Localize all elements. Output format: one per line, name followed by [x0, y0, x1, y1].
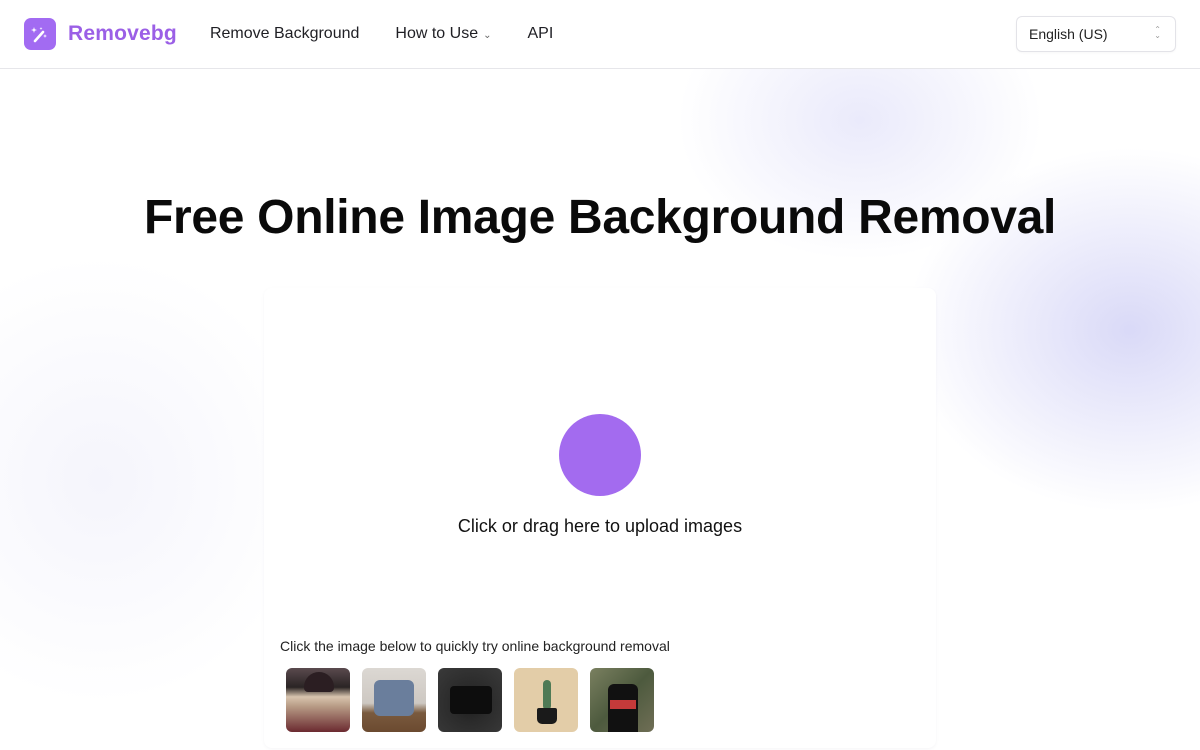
- nav-how-to-use[interactable]: How to Use ⌄: [395, 25, 491, 43]
- sample-images: [286, 668, 666, 732]
- nav-remove-background[interactable]: Remove Background: [210, 25, 359, 43]
- chevron-down-icon: ⌄: [483, 29, 492, 41]
- page-title: Free Online Image Background Removal: [143, 191, 1057, 244]
- sample-image-man[interactable]: [590, 668, 654, 732]
- sample-image-woman[interactable]: [286, 668, 350, 732]
- sample-image-cactus[interactable]: [514, 668, 578, 732]
- top-navbar: Removebg Remove Background How to Use ⌄ …: [0, 0, 1200, 69]
- language-selected-value: English (US): [1029, 26, 1108, 42]
- sample-image-camera[interactable]: [438, 668, 502, 732]
- nav-label: Remove Background: [209, 25, 360, 42]
- main-nav: Remove Background How to Use ⌄ API: [210, 25, 589, 43]
- brand-name: Removebg: [68, 22, 177, 45]
- upload-card: Click or drag here to upload images Clic…: [264, 288, 936, 748]
- samples-label: Click the image below to quickly try onl…: [280, 638, 670, 654]
- magic-wand-icon: [24, 18, 56, 50]
- language-select[interactable]: English (US) ⌃ ⌄: [1016, 16, 1176, 52]
- sample-image-chair[interactable]: [362, 668, 426, 732]
- upload-icon: [559, 414, 641, 496]
- upload-prompt: Click or drag here to upload images: [457, 516, 743, 536]
- brand-logo-link[interactable]: Removebg: [24, 18, 177, 50]
- upload-dropzone[interactable]: Click or drag here to upload images: [264, 288, 936, 628]
- nav-label: How to Use: [395, 25, 479, 42]
- chevron-up-down-icon: ⌃ ⌄: [1154, 25, 1161, 40]
- nav-label: API: [527, 25, 554, 42]
- nav-api[interactable]: API: [527, 25, 553, 43]
